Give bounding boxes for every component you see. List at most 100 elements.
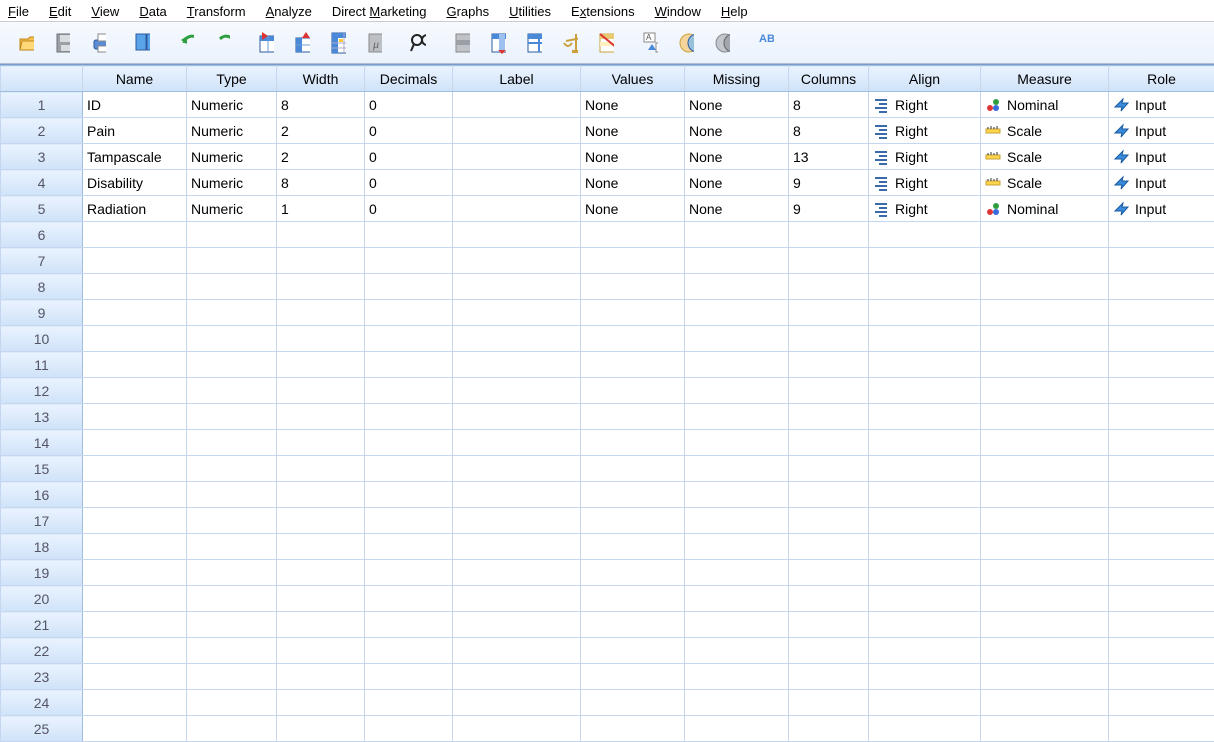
col-header-measure[interactable]: Measure	[981, 66, 1109, 92]
row-header[interactable]: 8	[1, 274, 83, 300]
empty-cell[interactable]	[83, 612, 187, 638]
empty-cell[interactable]	[789, 430, 869, 456]
empty-cell[interactable]	[869, 482, 981, 508]
empty-cell[interactable]	[187, 456, 277, 482]
empty-cell[interactable]	[685, 456, 789, 482]
empty-cell[interactable]	[187, 274, 277, 300]
row-header[interactable]: 14	[1, 430, 83, 456]
empty-cell[interactable]	[187, 638, 277, 664]
empty-cell[interactable]	[581, 456, 685, 482]
cell-width[interactable]: 2	[277, 144, 365, 170]
empty-cell[interactable]	[981, 352, 1109, 378]
empty-cell[interactable]	[581, 326, 685, 352]
col-header-width[interactable]: Width	[277, 66, 365, 92]
menu-file[interactable]: File	[4, 3, 33, 20]
cell-width[interactable]: 8	[277, 92, 365, 118]
empty-cell[interactable]	[581, 404, 685, 430]
empty-cell[interactable]	[453, 274, 581, 300]
spell-check-button[interactable]: ABC	[750, 27, 782, 59]
empty-cell[interactable]	[581, 664, 685, 690]
menu-data[interactable]: Data	[135, 3, 170, 20]
empty-cell[interactable]	[981, 586, 1109, 612]
empty-cell[interactable]	[1109, 560, 1214, 586]
empty-cell[interactable]	[83, 508, 187, 534]
empty-cell[interactable]	[869, 378, 981, 404]
empty-cell[interactable]	[685, 300, 789, 326]
empty-cell[interactable]	[83, 248, 187, 274]
empty-cell[interactable]	[685, 612, 789, 638]
cell-role[interactable]: Input	[1109, 196, 1214, 222]
row-header[interactable]: 15	[1, 456, 83, 482]
cell-name[interactable]: ID	[83, 92, 187, 118]
empty-cell[interactable]	[685, 638, 789, 664]
select-cases-button[interactable]	[590, 27, 622, 59]
empty-cell[interactable]	[981, 430, 1109, 456]
empty-cell[interactable]	[789, 508, 869, 534]
empty-cell[interactable]	[187, 326, 277, 352]
cell-measure[interactable]: Nominal	[981, 196, 1109, 222]
empty-cell[interactable]	[277, 716, 365, 742]
cell-values[interactable]: None	[581, 196, 685, 222]
cell-type[interactable]: Numeric	[187, 170, 277, 196]
cell-align[interactable]: Right	[869, 170, 981, 196]
menu-help[interactable]: Help	[717, 3, 752, 20]
cell-values[interactable]: None	[581, 92, 685, 118]
empty-cell[interactable]	[83, 456, 187, 482]
row-header[interactable]: 3	[1, 144, 83, 170]
empty-cell[interactable]	[981, 664, 1109, 690]
empty-cell[interactable]	[453, 716, 581, 742]
empty-cell[interactable]	[453, 534, 581, 560]
row-header[interactable]: 13	[1, 404, 83, 430]
empty-cell[interactable]	[581, 612, 685, 638]
row-header[interactable]: 5	[1, 196, 83, 222]
menu-transform[interactable]: Transform	[183, 3, 250, 20]
row-header[interactable]: 24	[1, 690, 83, 716]
row-header[interactable]: 2	[1, 118, 83, 144]
empty-cell[interactable]	[869, 560, 981, 586]
cell-align[interactable]: Right	[869, 196, 981, 222]
row-header[interactable]: 19	[1, 560, 83, 586]
empty-cell[interactable]	[277, 378, 365, 404]
empty-cell[interactable]	[453, 586, 581, 612]
empty-cell[interactable]	[365, 430, 453, 456]
empty-cell[interactable]	[83, 352, 187, 378]
empty-cell[interactable]	[581, 274, 685, 300]
cell-type[interactable]: Numeric	[187, 92, 277, 118]
cell-name[interactable]: Pain	[83, 118, 187, 144]
empty-cell[interactable]	[685, 482, 789, 508]
empty-cell[interactable]	[869, 716, 981, 742]
empty-cell[interactable]	[83, 300, 187, 326]
row-header[interactable]: 12	[1, 378, 83, 404]
insert-variable-button[interactable]	[482, 27, 514, 59]
empty-cell[interactable]	[1109, 378, 1214, 404]
empty-cell[interactable]	[581, 586, 685, 612]
row-header[interactable]: 25	[1, 716, 83, 742]
empty-cell[interactable]	[277, 638, 365, 664]
save-button[interactable]	[46, 27, 78, 59]
col-header-name[interactable]: Name	[83, 66, 187, 92]
cell-decimals[interactable]: 0	[365, 170, 453, 196]
empty-cell[interactable]	[1109, 612, 1214, 638]
empty-cell[interactable]	[83, 638, 187, 664]
empty-cell[interactable]	[187, 508, 277, 534]
empty-cell[interactable]	[789, 352, 869, 378]
empty-cell[interactable]	[581, 378, 685, 404]
cell-columns[interactable]: 8	[789, 92, 869, 118]
empty-cell[interactable]	[685, 430, 789, 456]
cell-width[interactable]: 1	[277, 196, 365, 222]
empty-cell[interactable]	[581, 222, 685, 248]
cell-values[interactable]: None	[581, 144, 685, 170]
print-button[interactable]	[82, 27, 114, 59]
empty-cell[interactable]	[685, 378, 789, 404]
empty-cell[interactable]	[869, 612, 981, 638]
undo-button[interactable]	[170, 27, 202, 59]
cell-missing[interactable]: None	[685, 92, 789, 118]
cell-type[interactable]: Numeric	[187, 118, 277, 144]
empty-cell[interactable]	[1109, 508, 1214, 534]
empty-cell[interactable]	[685, 326, 789, 352]
empty-cell[interactable]	[277, 300, 365, 326]
empty-cell[interactable]	[685, 690, 789, 716]
empty-cell[interactable]	[869, 664, 981, 690]
empty-cell[interactable]	[581, 638, 685, 664]
empty-cell[interactable]	[1109, 664, 1214, 690]
